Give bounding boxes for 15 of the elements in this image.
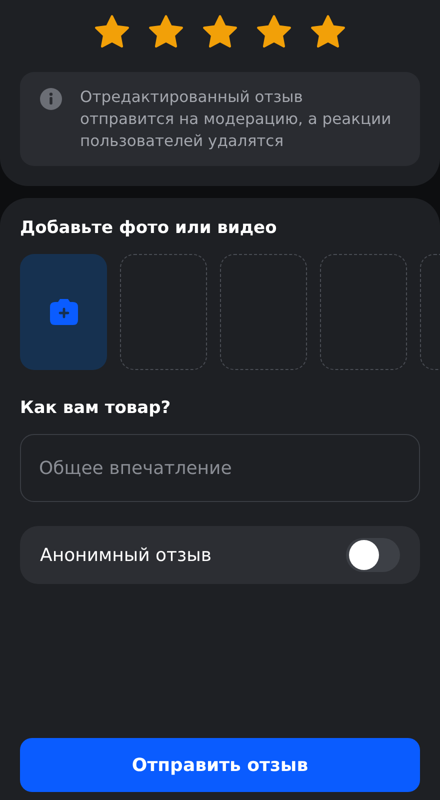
notice-text: Отредактированный отзыв отправится на модерацию, а реакции пользователей удалятся xyxy=(80,87,392,152)
anonymous-label: Анонимный отзыв xyxy=(40,544,212,566)
question-title: Как вам товар? xyxy=(20,398,172,418)
anonymous-switch[interactable] xyxy=(346,538,400,572)
info-icon xyxy=(40,88,62,110)
impression-field[interactable]: Общее впечатление xyxy=(20,434,420,502)
star-icon[interactable] xyxy=(93,14,131,50)
submit-button[interactable]: Отправить отзыв xyxy=(20,738,420,792)
star-icon[interactable] xyxy=(147,14,185,50)
camera-plus-icon xyxy=(48,298,78,326)
star-icon[interactable] xyxy=(255,14,293,50)
star-icon[interactable] xyxy=(201,14,239,50)
add-media-button[interactable] xyxy=(20,254,107,370)
media-title: Добавьте фото или видео xyxy=(20,218,278,238)
star-icon[interactable] xyxy=(309,14,347,50)
